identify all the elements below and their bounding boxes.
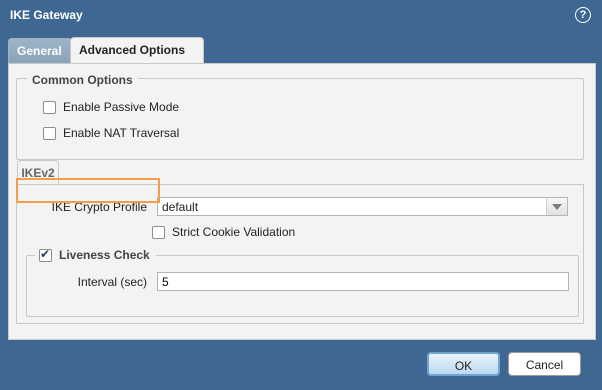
help-icon[interactable]: ? xyxy=(575,7,591,23)
dialog-title: IKE Gateway xyxy=(10,8,83,22)
crypto-profile-value: default xyxy=(162,200,199,214)
strict-cookie-validation-label: Strict Cookie Validation xyxy=(172,225,296,239)
liveness-check-label: Liveness Check xyxy=(59,248,150,262)
strict-cookie-validation-checkbox[interactable] xyxy=(152,225,165,239)
liveness-check-checkbox[interactable] xyxy=(39,247,52,262)
enable-nat-traversal-label: Enable NAT Traversal xyxy=(63,126,180,140)
liveness-check-legend: Liveness Check xyxy=(35,247,156,262)
ikev2-panel: IKE Crypto Profile default Strict Cookie… xyxy=(16,184,584,324)
enable-passive-mode-label: Enable Passive Mode xyxy=(63,100,180,114)
common-options-legend: Common Options xyxy=(27,73,138,87)
ike-gateway-dialog: IKE Gateway ? General Advanced Options C… xyxy=(0,0,602,390)
tab-general[interactable]: General xyxy=(8,38,72,63)
strict-cookie-row: Strict Cookie Validation xyxy=(152,225,295,239)
interval-input[interactable] xyxy=(157,272,569,291)
ok-button[interactable]: OK xyxy=(427,352,500,376)
liveness-check-highlight xyxy=(16,178,160,203)
passive-mode-row: Enable Passive Mode xyxy=(43,100,179,114)
common-options-group xyxy=(16,78,584,160)
crypto-profile-select[interactable]: default xyxy=(157,197,568,216)
nat-traversal-row: Enable NAT Traversal xyxy=(43,126,179,140)
tab-advanced-options[interactable]: Advanced Options xyxy=(70,37,204,65)
cancel-button[interactable]: Cancel xyxy=(508,352,581,376)
interval-label: Interval (sec) xyxy=(77,275,147,289)
enable-passive-mode-checkbox[interactable] xyxy=(43,100,56,114)
chevron-down-icon[interactable] xyxy=(546,198,567,215)
enable-nat-traversal-checkbox[interactable] xyxy=(43,126,56,140)
